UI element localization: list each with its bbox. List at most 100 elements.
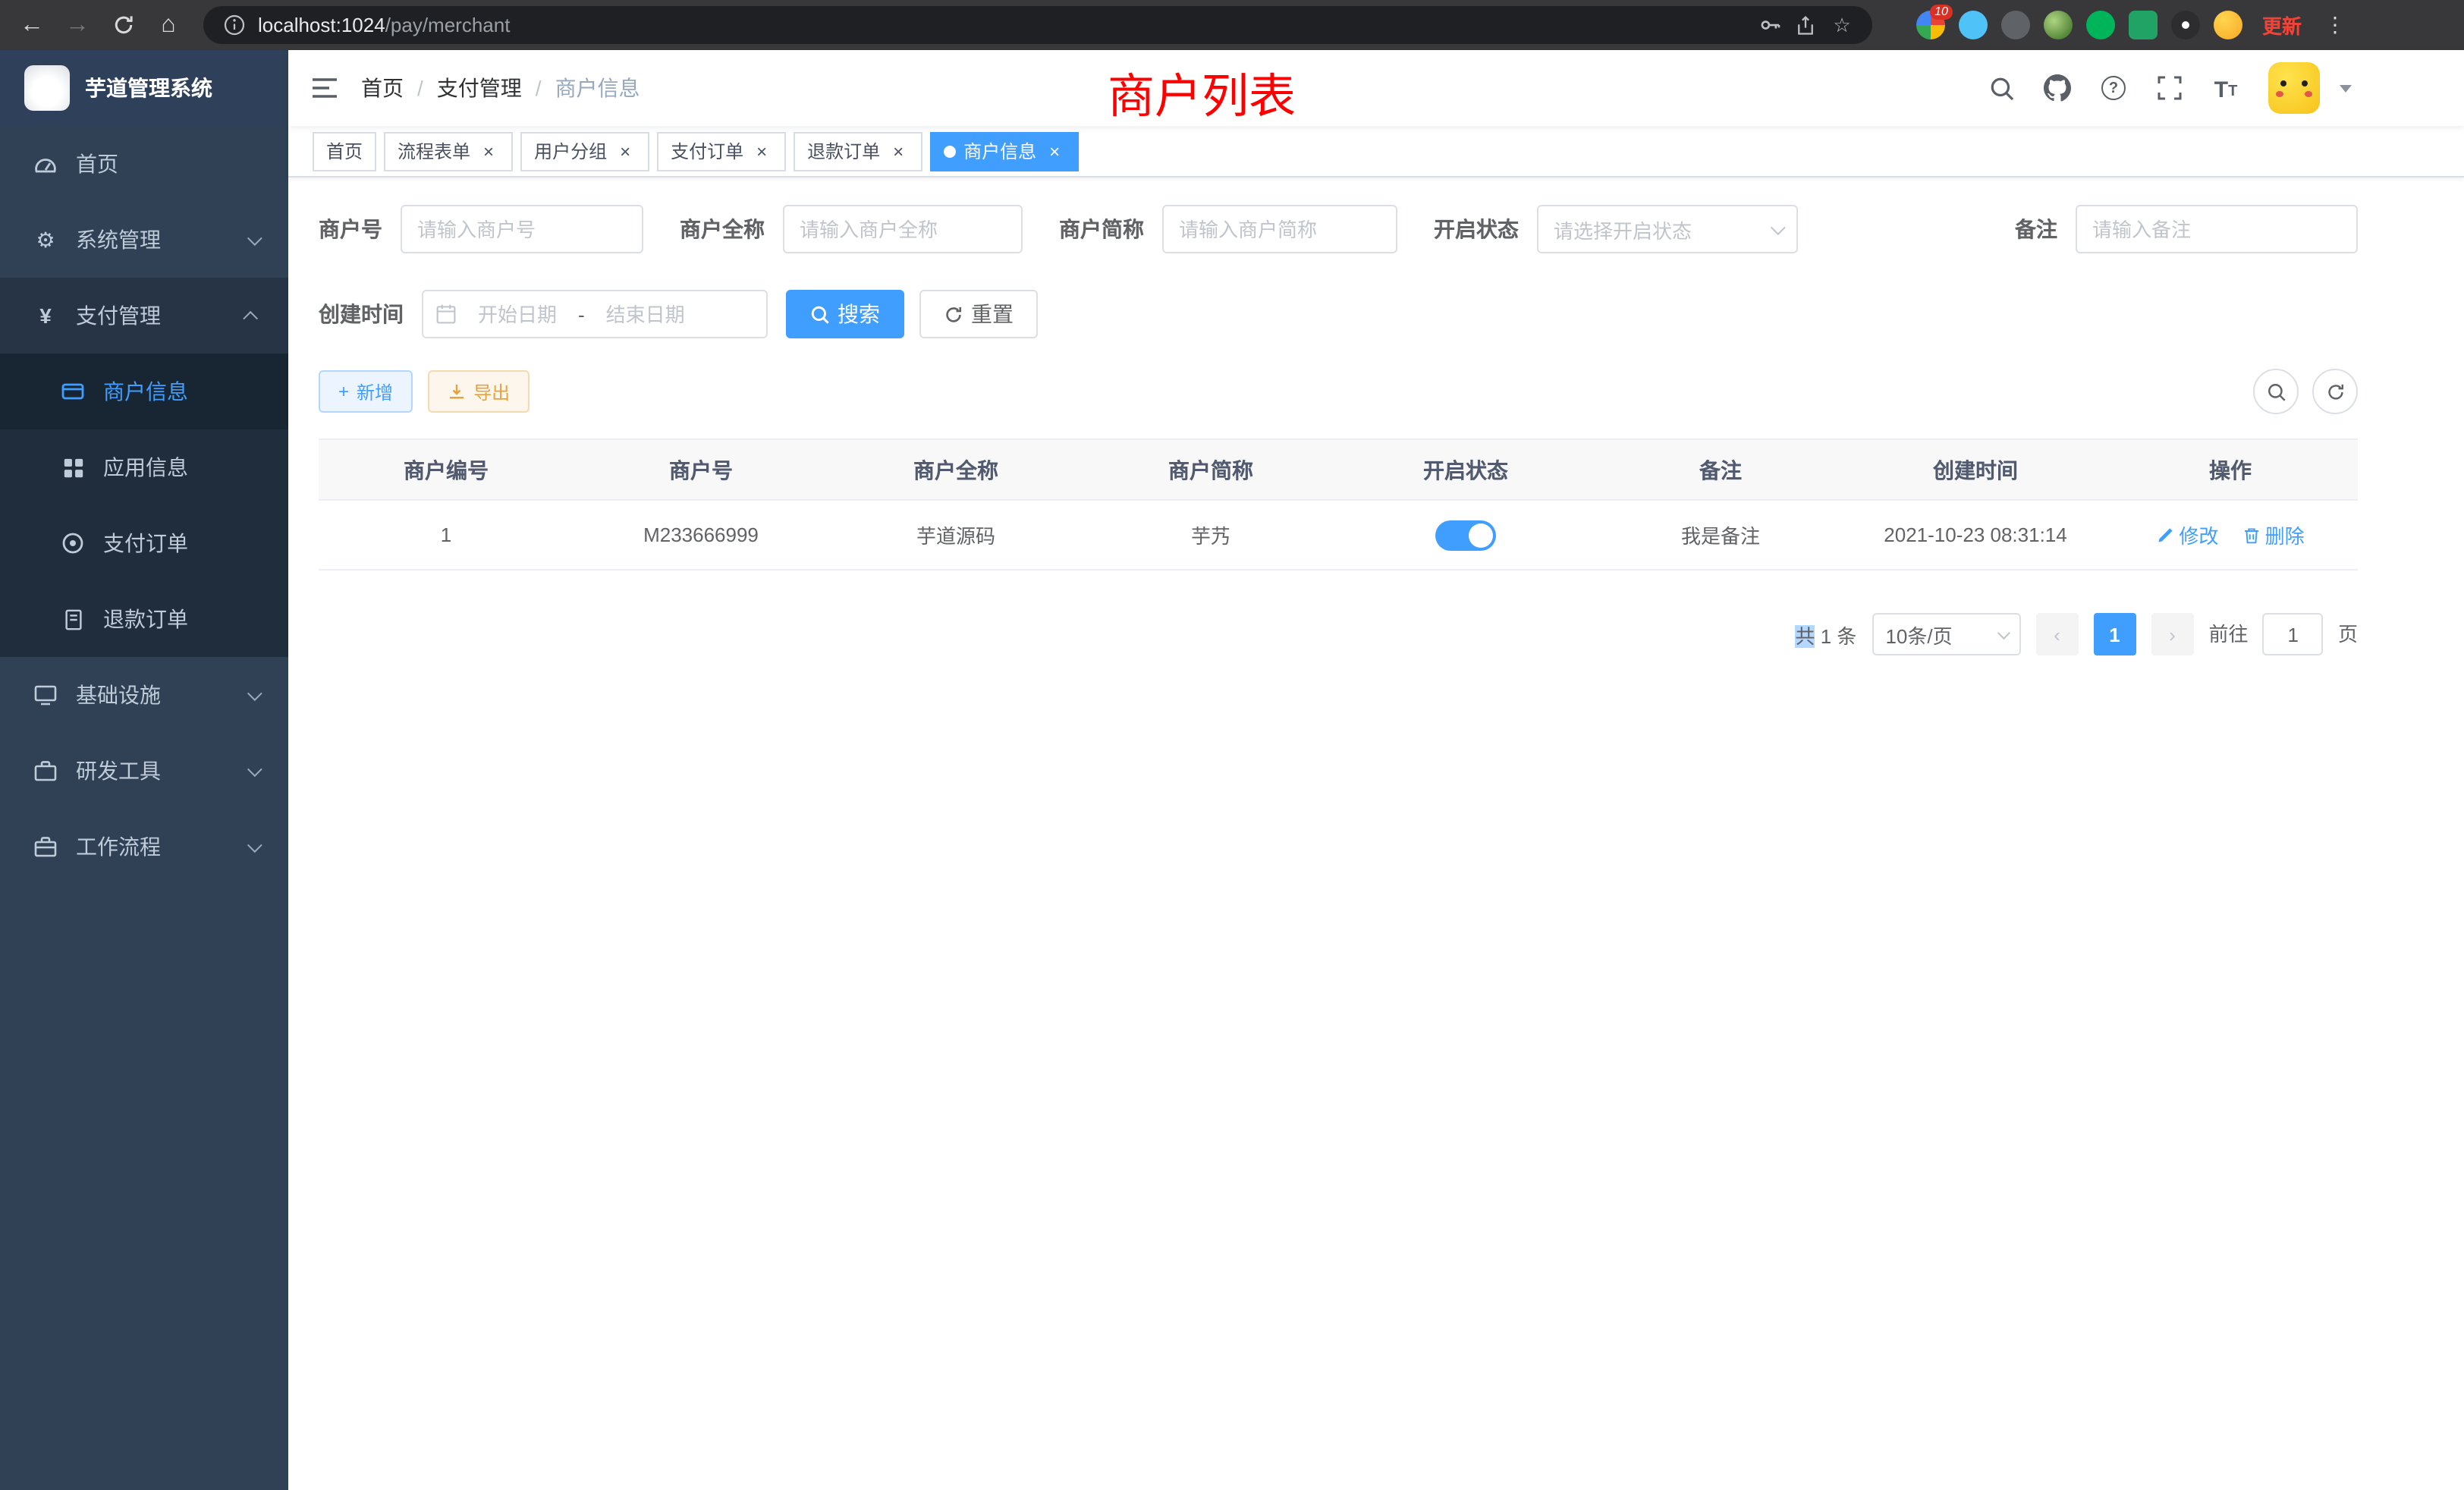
merchant-card-icon xyxy=(61,379,85,404)
extension-icon[interactable] xyxy=(2044,11,2073,39)
extension-icon[interactable] xyxy=(2129,11,2158,39)
browser-profile-avatar[interactable] xyxy=(2214,11,2242,39)
prev-page-button[interactable]: ‹ xyxy=(2035,613,2078,655)
url-text[interactable]: localhost:1024/pay/merchant xyxy=(258,14,1745,36)
sidebar-item-system[interactable]: ⚙ 系统管理 xyxy=(0,202,288,278)
sidebar-item-app-info[interactable]: 应用信息 xyxy=(0,429,288,505)
sidebar-item-payment[interactable]: ¥ 支付管理 xyxy=(0,278,288,354)
sidebar-item-workflow[interactable]: 工作流程 xyxy=(0,809,288,885)
tab-process-form[interactable]: 流程表单× xyxy=(384,131,513,171)
tab-close-icon[interactable]: × xyxy=(751,140,772,162)
site-info-icon[interactable] xyxy=(222,13,246,37)
end-date-input[interactable] xyxy=(591,303,700,325)
cell-merchant-id: 1 xyxy=(319,500,574,570)
browser-forward-icon[interactable]: → xyxy=(58,5,97,45)
hamburger-icon[interactable] xyxy=(310,73,340,103)
font-size-icon[interactable]: TT xyxy=(2212,74,2239,102)
cell-actions: 修改 删除 xyxy=(2103,500,2358,570)
sidebar: 芋道管理系统 首页 ⚙ 系统管理 ¥ 支付管理 xyxy=(0,50,288,1490)
tab-close-icon[interactable]: × xyxy=(614,140,636,162)
tab-close-icon[interactable]: × xyxy=(888,140,909,162)
column-header: 商户全称 xyxy=(828,439,1083,500)
extension-icon[interactable] xyxy=(2001,11,2030,39)
tab-user-group[interactable]: 用户分组× xyxy=(520,131,649,171)
yen-icon: ¥ xyxy=(33,303,58,328)
plus-icon: + xyxy=(338,381,349,402)
active-tab-dot xyxy=(944,145,956,157)
share-icon[interactable] xyxy=(1793,13,1818,37)
search-form-row-2: 创建时间 - 搜索 xyxy=(319,290,2358,338)
next-page-button[interactable]: › xyxy=(2151,613,2193,655)
browser-menu-icon[interactable]: ⋮ xyxy=(2324,12,2346,38)
payment-submenu: 商户信息 应用信息 支付订单 xyxy=(0,354,288,657)
tab-close-icon[interactable]: × xyxy=(478,140,499,162)
avatar-cheek xyxy=(2305,91,2312,97)
tab-merchant-info[interactable]: 商户信息× xyxy=(930,131,1079,171)
refresh-button[interactable] xyxy=(2312,369,2358,414)
extension-icon[interactable] xyxy=(1959,11,1988,39)
sidebar-item-dev-tools[interactable]: 研发工具 xyxy=(0,733,288,809)
fullscreen-icon[interactable] xyxy=(2156,74,2183,102)
cell-merchant-no: M233666999 xyxy=(574,500,828,570)
date-range-picker[interactable]: - xyxy=(422,290,768,338)
search-icon[interactable] xyxy=(1988,74,2015,102)
page-number-button[interactable]: 1 xyxy=(2093,613,2136,655)
sidebar-item-label: 支付管理 xyxy=(76,300,161,331)
start-date-input[interactable] xyxy=(463,303,572,325)
bookmark-star-icon[interactable]: ☆ xyxy=(1830,13,1854,37)
add-button[interactable]: + 新增 xyxy=(319,370,413,413)
remark-input[interactable] xyxy=(2076,205,2358,253)
help-icon[interactable]: ? xyxy=(2100,74,2127,102)
extension-icon[interactable] xyxy=(2086,11,2115,39)
page-size-select[interactable]: 10条/页 xyxy=(1872,613,2020,655)
reset-button[interactable]: 重置 xyxy=(919,290,1038,338)
browser-reload-icon[interactable] xyxy=(103,5,143,45)
breadcrumb-item[interactable]: 支付管理 xyxy=(437,73,522,103)
goto-page-input[interactable] xyxy=(2263,613,2324,655)
tab-home[interactable]: 首页 xyxy=(313,131,376,171)
extension-icon[interactable]: 10 xyxy=(1916,11,1945,39)
user-avatar[interactable] xyxy=(2268,62,2320,114)
address-bar[interactable]: localhost:1024/pay/merchant ☆ xyxy=(203,6,1872,44)
chevron-down-icon xyxy=(1771,219,1786,234)
merchant-no-input[interactable] xyxy=(401,205,643,253)
toggle-search-button[interactable] xyxy=(2253,369,2299,414)
sidebar-item-infrastructure[interactable]: 基础设施 xyxy=(0,657,288,733)
browser-extensions-area: 10 更新 ⋮ xyxy=(1916,11,2449,39)
password-key-icon[interactable] xyxy=(1757,13,1781,37)
browser-home-icon[interactable]: ⌂ xyxy=(149,5,188,45)
sidebar-item-label: 退款订单 xyxy=(103,604,188,634)
caret-down-icon[interactable] xyxy=(2340,84,2352,92)
sidebar-item-refund-order[interactable]: 退款订单 xyxy=(0,581,288,657)
sidebar-item-pay-order[interactable]: 支付订单 xyxy=(0,505,288,581)
record-circle-icon xyxy=(61,531,85,555)
sidebar-item-label: 基础设施 xyxy=(76,680,161,710)
sidebar-item-merchant-info[interactable]: 商户信息 xyxy=(0,354,288,429)
tab-refund-order[interactable]: 退款订单× xyxy=(794,131,922,171)
status-toggle[interactable] xyxy=(1435,520,1496,550)
dashboard-icon xyxy=(33,152,58,176)
app-logo[interactable]: 芋道管理系统 xyxy=(0,50,288,126)
breadcrumb-item[interactable]: 首页 xyxy=(361,73,404,103)
tab-pay-order[interactable]: 支付订单× xyxy=(657,131,786,171)
full-name-input[interactable] xyxy=(783,205,1023,253)
breadcrumb-separator: / xyxy=(536,76,542,100)
edit-button[interactable]: 修改 xyxy=(2156,520,2218,549)
chevron-down-icon xyxy=(247,230,262,245)
extension-icon[interactable] xyxy=(2171,11,2200,39)
browser-back-icon[interactable]: ← xyxy=(12,5,52,45)
sidebar-item-home[interactable]: 首页 xyxy=(0,126,288,202)
delete-button[interactable]: 删除 xyxy=(2242,520,2305,549)
short-name-input[interactable] xyxy=(1162,205,1397,253)
search-form-row-1: 商户号 商户全称 商户简称 开启状态 请选择开启状态 xyxy=(319,205,2358,253)
browser-update-button[interactable]: 更新 xyxy=(2262,11,2302,39)
breadcrumb: 首页 / 支付管理 / 商户信息 xyxy=(361,73,640,103)
export-button[interactable]: 导出 xyxy=(428,370,530,413)
tab-close-icon[interactable]: × xyxy=(1044,140,1065,162)
remark-label: 备注 xyxy=(2015,214,2057,244)
github-icon[interactable] xyxy=(2044,74,2071,102)
search-button[interactable]: 搜索 xyxy=(786,290,904,338)
cell-status xyxy=(1338,500,1593,570)
table-toolbar: + 新增 导出 xyxy=(319,369,2358,414)
status-select[interactable]: 请选择开启状态 xyxy=(1537,205,1798,253)
